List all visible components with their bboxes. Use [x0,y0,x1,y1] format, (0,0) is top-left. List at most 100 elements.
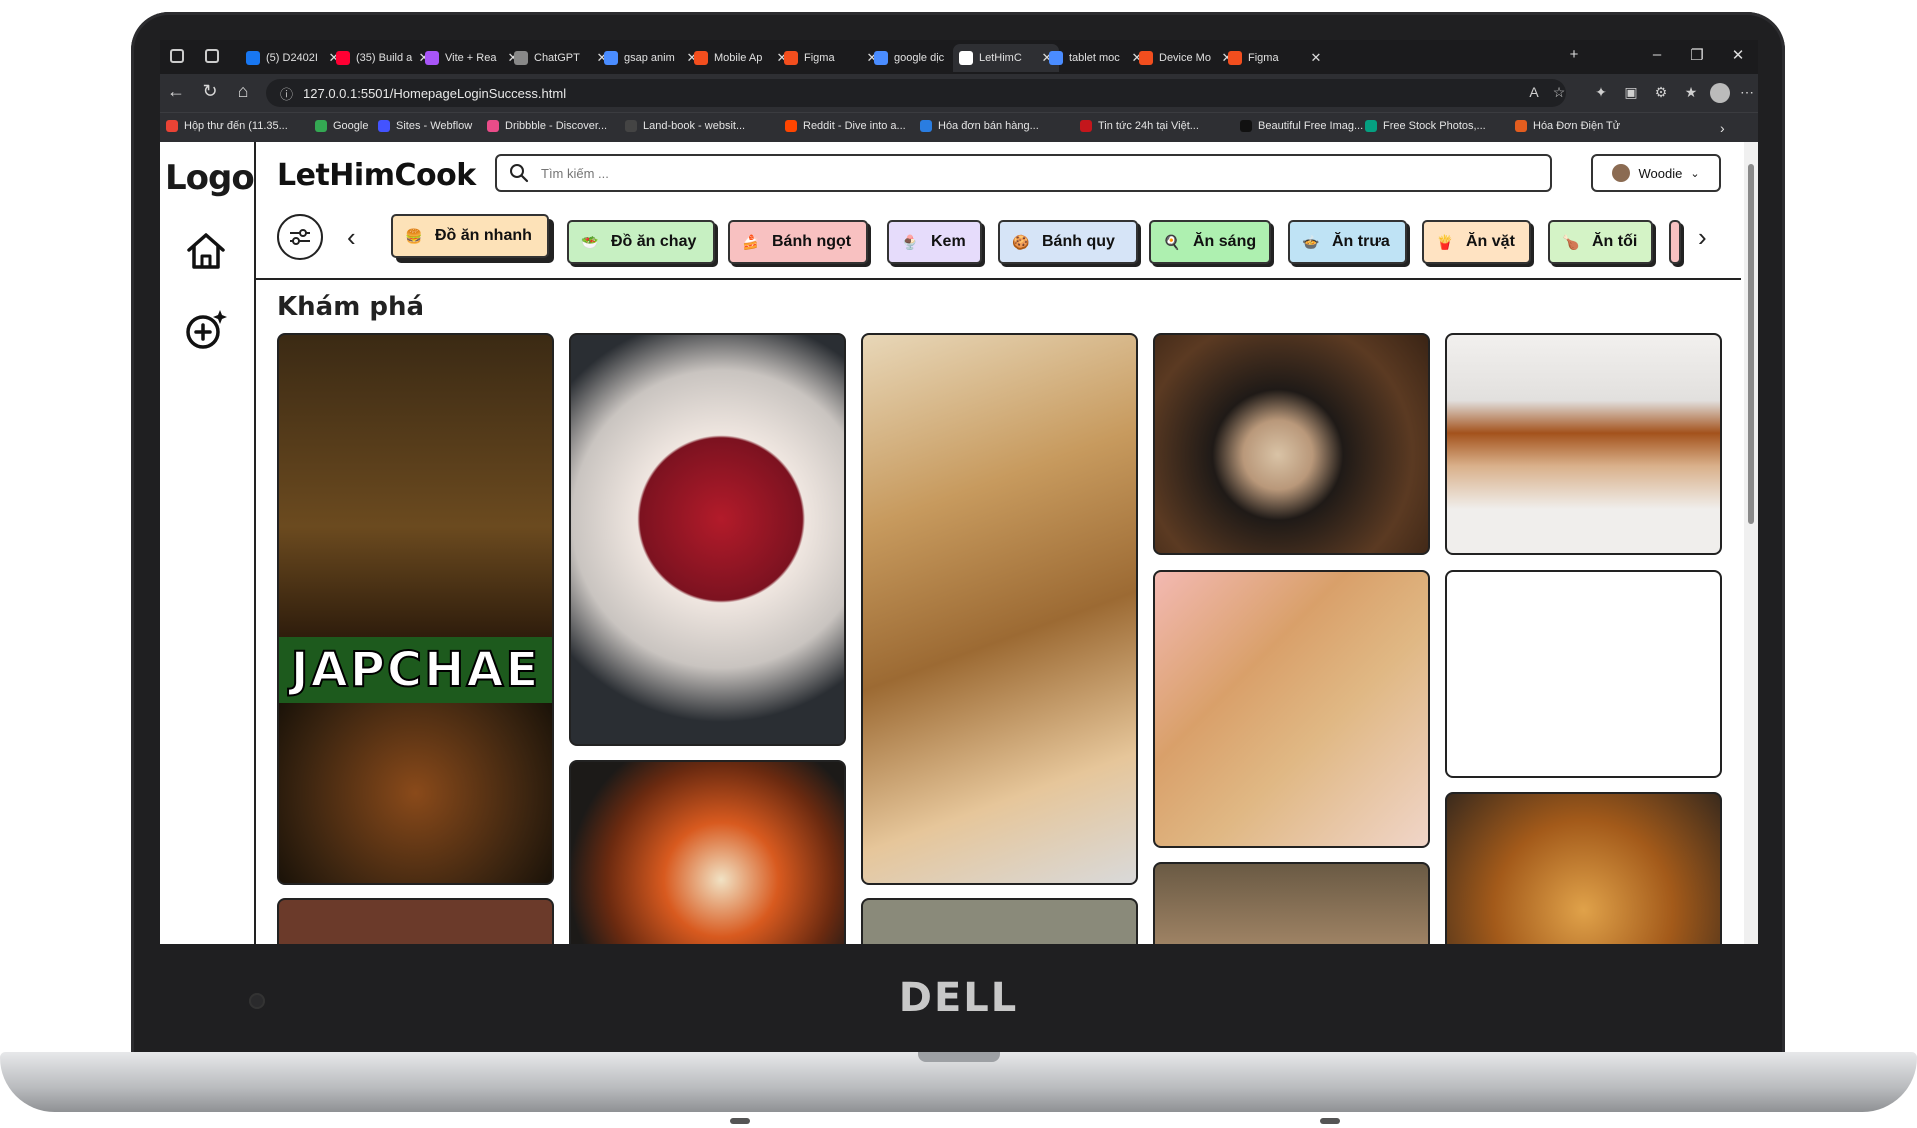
bookmark-item[interactable]: Hóa đơn bán hàng... [920,120,1039,132]
category-chip[interactable]: 🍳 Ăn sáng [1149,220,1271,264]
category-next-arrow-icon[interactable]: › [1698,222,1707,253]
category-food-icon: 🍨 [901,233,919,250]
bookmark-item[interactable]: Hóa Đơn Điện Tử [1515,120,1620,132]
reload-icon[interactable]: ↻ [198,81,222,102]
user-avatar [1612,164,1631,182]
category-chip[interactable]: 🍔 Đồ ăn nhanh [391,214,549,258]
user-menu-button[interactable]: Woodie ⌄ [1591,154,1721,192]
bookmark-item[interactable]: Sites - Webflow [378,120,472,132]
category-chip[interactable]: 🍗 Ăn tối [1548,220,1653,264]
workspaces-icon[interactable] [170,49,184,63]
recipe-card-empty[interactable] [1445,570,1722,778]
category-prev-arrow-icon[interactable]: ‹ [347,222,356,253]
bookmark-label: Tin tức 24h tại Việt... [1098,120,1199,132]
recipe-card-baked-dish[interactable] [1445,792,1722,944]
tab-favicon [1228,51,1242,65]
bookmark-item[interactable]: Tin tức 24h tại Việt... [1080,120,1199,132]
extension-icon[interactable]: ▣ [1622,84,1640,102]
search-input[interactable] [539,164,1443,182]
category-chip[interactable]: 🍰 Bánh ngọt [728,220,868,264]
filter-button[interactable] [277,214,323,260]
settings-more-icon[interactable]: ⋯ [1738,84,1756,102]
header-divider [256,278,1741,280]
recipe-card-japchae[interactable]: JAPCHAE [277,333,554,885]
bookmark-favicon [1240,120,1252,132]
extension-figma-icon[interactable]: ✦ [1592,84,1610,102]
bookmark-label: Land-book - websit... [643,120,746,132]
close-window-button[interactable]: ✕ [1728,46,1748,64]
recipe-card-shakshuka[interactable] [569,760,846,944]
site-title[interactable]: LetHimCook [277,158,476,193]
category-chip-partial[interactable] [1669,220,1681,264]
category-food-icon: 🍟 [1436,233,1454,250]
bookmark-favicon [315,120,327,132]
bookmark-item[interactable]: Free Stock Photos,... [1365,120,1486,132]
bookmark-item[interactable]: Beautiful Free Imag... [1240,120,1363,132]
bookmark-label: Hộp thư đến (11.35... [184,120,288,132]
logo[interactable]: Logo [165,158,255,198]
back-icon[interactable]: ← [164,81,188,102]
bookmark-favicon [1515,120,1527,132]
bookmark-item[interactable]: Dribbble - Discover... [487,120,607,132]
recipe-card-red-velvet-cake[interactable] [569,333,846,746]
left-sidebar: Logo [160,142,256,944]
home-icon[interactable] [183,228,229,274]
tab-favicon [336,51,350,65]
chevron-down-icon: ⌄ [1690,167,1700,180]
home-browser-icon[interactable]: ⌂ [231,81,255,102]
bookmark-label: Google [333,120,369,132]
add-recipe-icon[interactable] [183,306,229,352]
tab-label: Figma [1248,52,1279,64]
category-label: Ăn tối [1592,233,1638,250]
new-tab-button[interactable]: + [1564,46,1584,63]
category-chip[interactable]: 🍪 Bánh quy [998,220,1138,264]
recipe-card[interactable] [1153,862,1430,944]
bookmarks-overflow-icon[interactable]: › [1720,120,1725,136]
recipe-card-burrito[interactable] [861,333,1138,885]
bookmark-label: Beautiful Free Imag... [1258,120,1364,132]
bookmark-favicon [1080,120,1092,132]
category-food-icon: 🍳 [1163,233,1181,250]
browser-tab-bar: (5) D2402I ✕ (35) Build a ✕ Vite + Rea ✕ ChatG… [160,40,1758,74]
browser-tab[interactable]: Figma ✕ [1222,44,1328,72]
favorites-icon[interactable]: ★ [1682,84,1700,102]
bookmark-item[interactable]: Reddit - Dive into a... [785,120,906,132]
tab-favicon [246,51,260,65]
favorite-star-icon[interactable]: ☆ [1550,84,1568,102]
recipe-card-cranberry-bread[interactable] [1153,570,1430,848]
category-chip[interactable]: 🥗 Đồ ăn chay [567,220,715,264]
vertical-tabs-icon[interactable] [205,49,219,63]
scrollbar-thumb[interactable] [1748,164,1754,524]
recipe-card[interactable] [861,898,1138,944]
tab-close-icon[interactable]: ✕ [1310,50,1322,66]
search-bar[interactable] [495,154,1552,192]
tab-label: LetHimC [979,52,1022,64]
address-bar[interactable]: ⓘ 127.0.0.1:5501/HomepageLoginSuccess.ht… [266,79,1566,107]
tab-label: Device Mo [1159,52,1211,64]
bookmark-item[interactable]: Land-book - websit... [625,120,745,132]
recipe-card[interactable] [277,898,554,944]
category-food-icon: 🍲 [1302,233,1320,250]
category-chip[interactable]: 🍨 Kem [887,220,982,264]
tab-favicon [604,51,618,65]
category-chip[interactable]: 🍲 Ăn trưa [1288,220,1407,264]
laptop-screen: (5) D2402I ✕ (35) Build a ✕ Vite + Rea ✕ ChatG… [160,40,1758,944]
category-label: Ăn trưa [1332,233,1390,250]
bookmark-item[interactable]: Google [315,120,368,132]
extensions-puzzle-icon[interactable]: ⚙ [1652,84,1670,102]
bookmark-favicon [625,120,637,132]
read-aloud-icon[interactable]: A [1525,84,1543,102]
recipe-card-ice-cream[interactable] [1153,333,1430,555]
tab-label: ChatGPT [534,52,580,64]
bookmark-item[interactable]: Hộp thư đến (11.35... [166,120,288,132]
minimize-button[interactable]: – [1647,46,1667,63]
restore-button[interactable]: ❐ [1687,46,1707,64]
tab-favicon [694,51,708,65]
tab-favicon [784,51,798,65]
bookmark-label: Sites - Webflow [396,120,473,132]
page-scrollbar[interactable] [1744,142,1758,944]
recipe-card-grilled-sandwich[interactable] [1445,333,1722,555]
profile-avatar-icon[interactable] [1710,83,1730,103]
site-info-icon[interactable]: ⓘ [280,84,293,103]
category-chip[interactable]: 🍟 Ăn vặt [1422,220,1531,264]
